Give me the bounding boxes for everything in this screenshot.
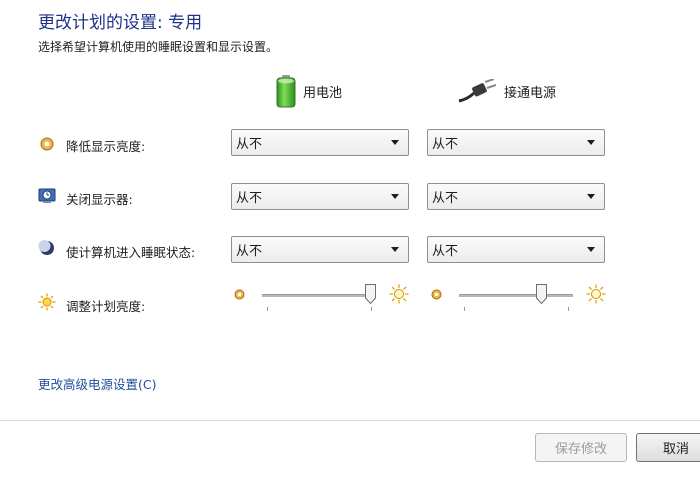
display-off-battery-select[interactable]: 从不	[231, 183, 409, 210]
advanced-power-settings-link[interactable]: 更改高级电源设置(C)	[38, 374, 156, 393]
slider-tick	[568, 307, 569, 311]
battery-icon	[276, 75, 296, 108]
dim-display-label: 降低显示亮度:	[66, 139, 146, 154]
select-value: 从不	[236, 244, 263, 259]
dim-sun-icon	[234, 289, 245, 300]
brightness-plugged-slider[interactable]	[427, 280, 607, 316]
page-subtitle: 选择希望计算机使用的睡眠设置和显示设置。	[38, 40, 279, 54]
battery-column-label: 用电池	[303, 85, 343, 101]
slider-tick	[371, 307, 372, 311]
sleep-battery-select[interactable]: 从不	[231, 236, 409, 263]
page-title: 更改计划的设置: 专用	[38, 13, 203, 33]
save-changes-button[interactable]: 保存修改	[535, 433, 627, 462]
cancel-button[interactable]: 取消	[636, 433, 700, 462]
chevron-down-icon	[587, 194, 595, 199]
dim-display-plugged-select[interactable]: 从不	[427, 129, 605, 156]
slider-thumb[interactable]	[365, 284, 376, 304]
dim-display-battery-select[interactable]: 从不	[231, 129, 409, 156]
plugged-column-label: 接通电源	[504, 85, 557, 101]
slider-tick	[464, 307, 465, 311]
display-off-plugged-select[interactable]: 从不	[427, 183, 605, 210]
footer-divider	[0, 420, 700, 421]
brightness-label: 调整计划亮度:	[66, 299, 146, 314]
slider-track	[459, 294, 573, 297]
slider-tick	[267, 307, 268, 311]
display-off-icon	[38, 188, 56, 203]
power-plug-icon	[458, 79, 497, 103]
chevron-down-icon	[391, 194, 399, 199]
sleep-label: 使计算机进入睡眠状态:	[66, 245, 196, 260]
brightness-battery-slider[interactable]	[230, 280, 410, 316]
slider-track	[262, 294, 376, 297]
chevron-down-icon	[391, 247, 399, 252]
slider-thumb[interactable]	[536, 284, 548, 304]
select-value: 从不	[432, 137, 459, 152]
bright-sun-icon	[586, 284, 606, 304]
chevron-down-icon	[391, 140, 399, 145]
sleep-moon-icon	[38, 240, 54, 255]
bright-sun-icon	[389, 284, 409, 304]
sleep-plugged-select[interactable]: 从不	[427, 236, 605, 263]
dim-display-icon	[40, 137, 54, 151]
chevron-down-icon	[587, 140, 595, 145]
select-value: 从不	[236, 137, 263, 152]
column-header-battery: 用电池	[275, 74, 342, 108]
select-value: 从不	[432, 244, 459, 259]
select-value: 从不	[236, 191, 263, 206]
dim-sun-icon	[431, 289, 442, 300]
chevron-down-icon	[587, 247, 595, 252]
brightness-sun-icon	[38, 293, 56, 311]
column-header-plugged: 接通电源	[458, 74, 556, 108]
display-off-label: 关闭显示器:	[66, 192, 133, 207]
select-value: 从不	[432, 191, 459, 206]
